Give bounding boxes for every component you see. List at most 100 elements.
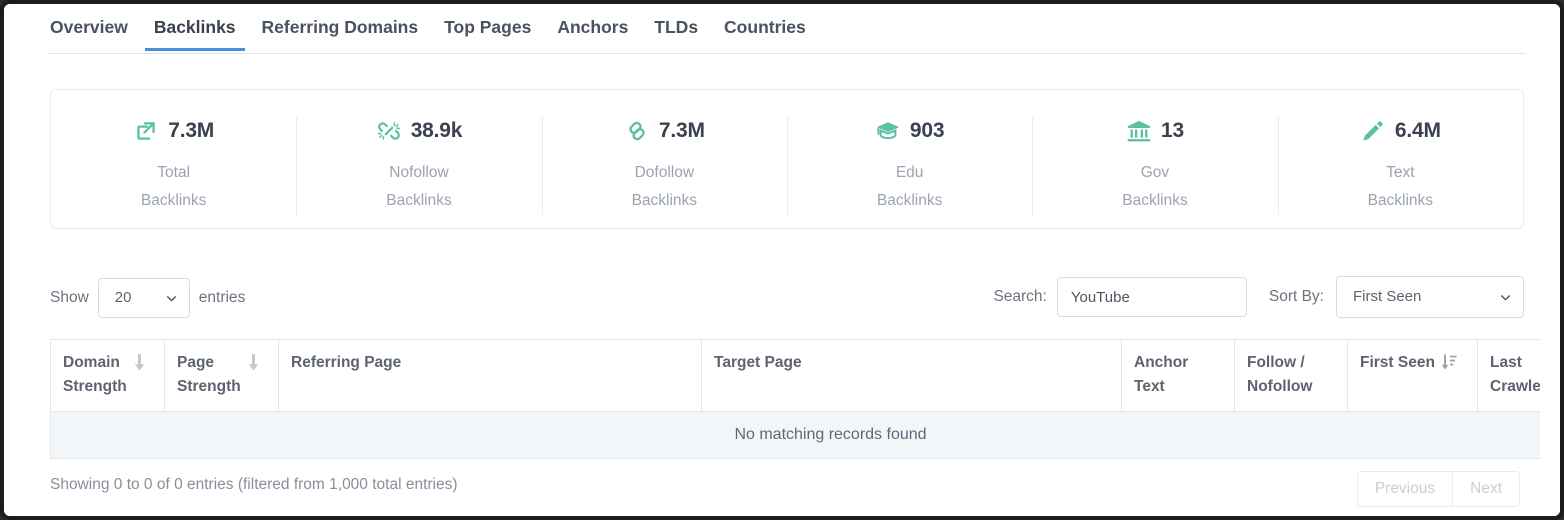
tab-label: Anchors xyxy=(557,17,628,37)
column-header-line1: Target Page xyxy=(714,351,802,375)
stat-label-line2: Backlinks xyxy=(141,187,206,215)
table-controls: Show 20 entries Search: Sort By: First S… xyxy=(50,272,1524,324)
next-page-button[interactable]: Next xyxy=(1453,471,1520,507)
stat-value: 13 xyxy=(1161,119,1184,143)
column-header-line2: Strength xyxy=(177,378,241,395)
stat-top: 13 xyxy=(1126,116,1184,146)
search-label: Search: xyxy=(993,288,1046,306)
table-info: Showing 0 to 0 of 0 entries (filtered fr… xyxy=(50,476,458,494)
tab-label: Countries xyxy=(724,17,806,37)
chevron-down-icon xyxy=(1489,291,1523,304)
stat-top: 903 xyxy=(875,116,944,146)
entries-label: entries xyxy=(199,289,246,307)
stat-dofollow-backlinks: 7.3M Dofollow Backlinks xyxy=(542,90,787,228)
stat-value: 7.3M xyxy=(168,119,214,143)
sort-desc-icon xyxy=(1441,354,1457,379)
tab-anchors[interactable]: Anchors xyxy=(544,12,641,51)
search-input[interactable] xyxy=(1057,277,1247,317)
stat-top: 38.9k xyxy=(376,116,463,146)
column-header-line2: Text xyxy=(1134,378,1165,395)
stat-label-line1: Dofollow xyxy=(632,159,697,187)
stat-value: 7.3M xyxy=(659,119,705,143)
backlinks-table: Domain Strength Page Streng xyxy=(50,339,1540,459)
stat-label-line2: Backlinks xyxy=(1368,187,1433,215)
search-sort-group: Search: Sort By: First Seen xyxy=(993,276,1524,318)
pencil-icon xyxy=(1360,118,1386,144)
stat-label: Nofollow Backlinks xyxy=(386,159,451,215)
column-header-first-seen[interactable]: First Seen xyxy=(1348,340,1478,412)
sort-by-select[interactable]: First Seen xyxy=(1336,276,1524,318)
tab-backlinks[interactable]: Backlinks xyxy=(141,12,249,51)
stat-label: Gov Backlinks xyxy=(1122,159,1187,215)
column-header-domain-strength[interactable]: Domain Strength xyxy=(51,340,165,412)
stat-value: 38.9k xyxy=(411,119,463,143)
chevron-down-icon xyxy=(155,292,189,305)
table-header-row: Domain Strength Page Streng xyxy=(51,340,1541,412)
backlinks-table-wrap: Domain Strength Page Streng xyxy=(50,339,1540,459)
column-header-anchor-text[interactable]: Anchor Text xyxy=(1122,340,1235,412)
sort-by-value: First Seen xyxy=(1337,278,1421,316)
column-header-line1: Domain xyxy=(63,354,120,371)
column-header-line1: Follow / xyxy=(1247,354,1305,371)
stat-label-line1: Total xyxy=(141,159,206,187)
show-entries-group: Show 20 entries xyxy=(50,278,245,318)
browser-frame: Overview Backlinks Referring Domains Top… xyxy=(0,0,1564,520)
column-header-last-crawled[interactable]: Last Crawled xyxy=(1478,340,1541,412)
tab-label: Top Pages xyxy=(444,17,531,37)
chain-link-icon xyxy=(624,118,650,144)
stat-gov-backlinks: 13 Gov Backlinks xyxy=(1032,90,1277,228)
column-header-line1: Anchor xyxy=(1134,354,1188,371)
pagination: Previous Next xyxy=(1357,471,1520,507)
external-link-icon xyxy=(133,118,159,144)
bank-icon xyxy=(1126,118,1152,144)
broken-link-icon xyxy=(376,118,402,144)
tab-bar: Overview Backlinks Referring Domains Top… xyxy=(48,12,1526,54)
column-header-page-strength[interactable]: Page Strength xyxy=(165,340,279,412)
backlinks-page: Overview Backlinks Referring Domains Top… xyxy=(4,4,1560,516)
stat-label-line2: Backlinks xyxy=(632,187,697,215)
stat-edu-backlinks: 903 Edu Backlinks xyxy=(787,90,1032,228)
stat-total-backlinks: 7.3M Total Backlinks xyxy=(51,90,296,228)
tab-label: Referring Domains xyxy=(262,17,419,37)
down-arrow-icon xyxy=(247,354,260,379)
column-header-line1: Page xyxy=(177,354,214,371)
tab-tlds[interactable]: TLDs xyxy=(641,12,711,51)
table-empty-row: No matching records found xyxy=(51,412,1541,459)
graduation-cap-icon xyxy=(875,118,901,144)
down-arrow-icon xyxy=(133,354,146,379)
tab-top-pages[interactable]: Top Pages xyxy=(431,12,544,51)
tab-overview[interactable]: Overview xyxy=(48,12,141,51)
stat-value: 6.4M xyxy=(1395,119,1441,143)
stat-top: 7.3M xyxy=(624,116,705,146)
column-header-referring-page[interactable]: Referring Page xyxy=(279,340,702,412)
stats-panel: 7.3M Total Backlinks xyxy=(50,89,1524,229)
stat-text-backlinks: 6.4M Text Backlinks xyxy=(1278,90,1523,228)
stat-top: 6.4M xyxy=(1360,116,1441,146)
entries-per-page-select[interactable]: 20 xyxy=(98,278,190,318)
stat-label-line1: Gov xyxy=(1122,159,1187,187)
column-header-follow-nofollow[interactable]: Follow / Nofollow xyxy=(1235,340,1348,412)
sort-by-label: Sort By: xyxy=(1269,288,1324,306)
empty-message: No matching records found xyxy=(51,412,1541,459)
stat-label-line1: Text xyxy=(1368,159,1433,187)
stat-label: Text Backlinks xyxy=(1368,159,1433,215)
stat-label: Edu Backlinks xyxy=(877,159,942,215)
stat-label: Total Backlinks xyxy=(141,159,206,215)
column-header-target-page[interactable]: Target Page xyxy=(702,340,1122,412)
previous-page-button[interactable]: Previous xyxy=(1357,471,1453,507)
column-header-line2: Nofollow xyxy=(1247,378,1312,395)
stat-label: Dofollow Backlinks xyxy=(632,159,697,215)
tab-label: TLDs xyxy=(654,17,698,37)
show-label: Show xyxy=(50,289,89,307)
stat-top: 7.3M xyxy=(133,116,214,146)
column-header-line1: Referring Page xyxy=(291,351,401,375)
column-header-line1: Last xyxy=(1490,354,1522,371)
tab-label: Backlinks xyxy=(154,17,236,37)
tab-referring-domains[interactable]: Referring Domains xyxy=(249,12,432,51)
stat-value: 903 xyxy=(910,119,944,143)
stat-label-line2: Backlinks xyxy=(386,187,451,215)
tab-countries[interactable]: Countries xyxy=(711,12,819,51)
column-header-line1: First Seen xyxy=(1360,351,1435,375)
stat-label-line1: Edu xyxy=(877,159,942,187)
column-header-line2: Crawled xyxy=(1490,378,1540,395)
